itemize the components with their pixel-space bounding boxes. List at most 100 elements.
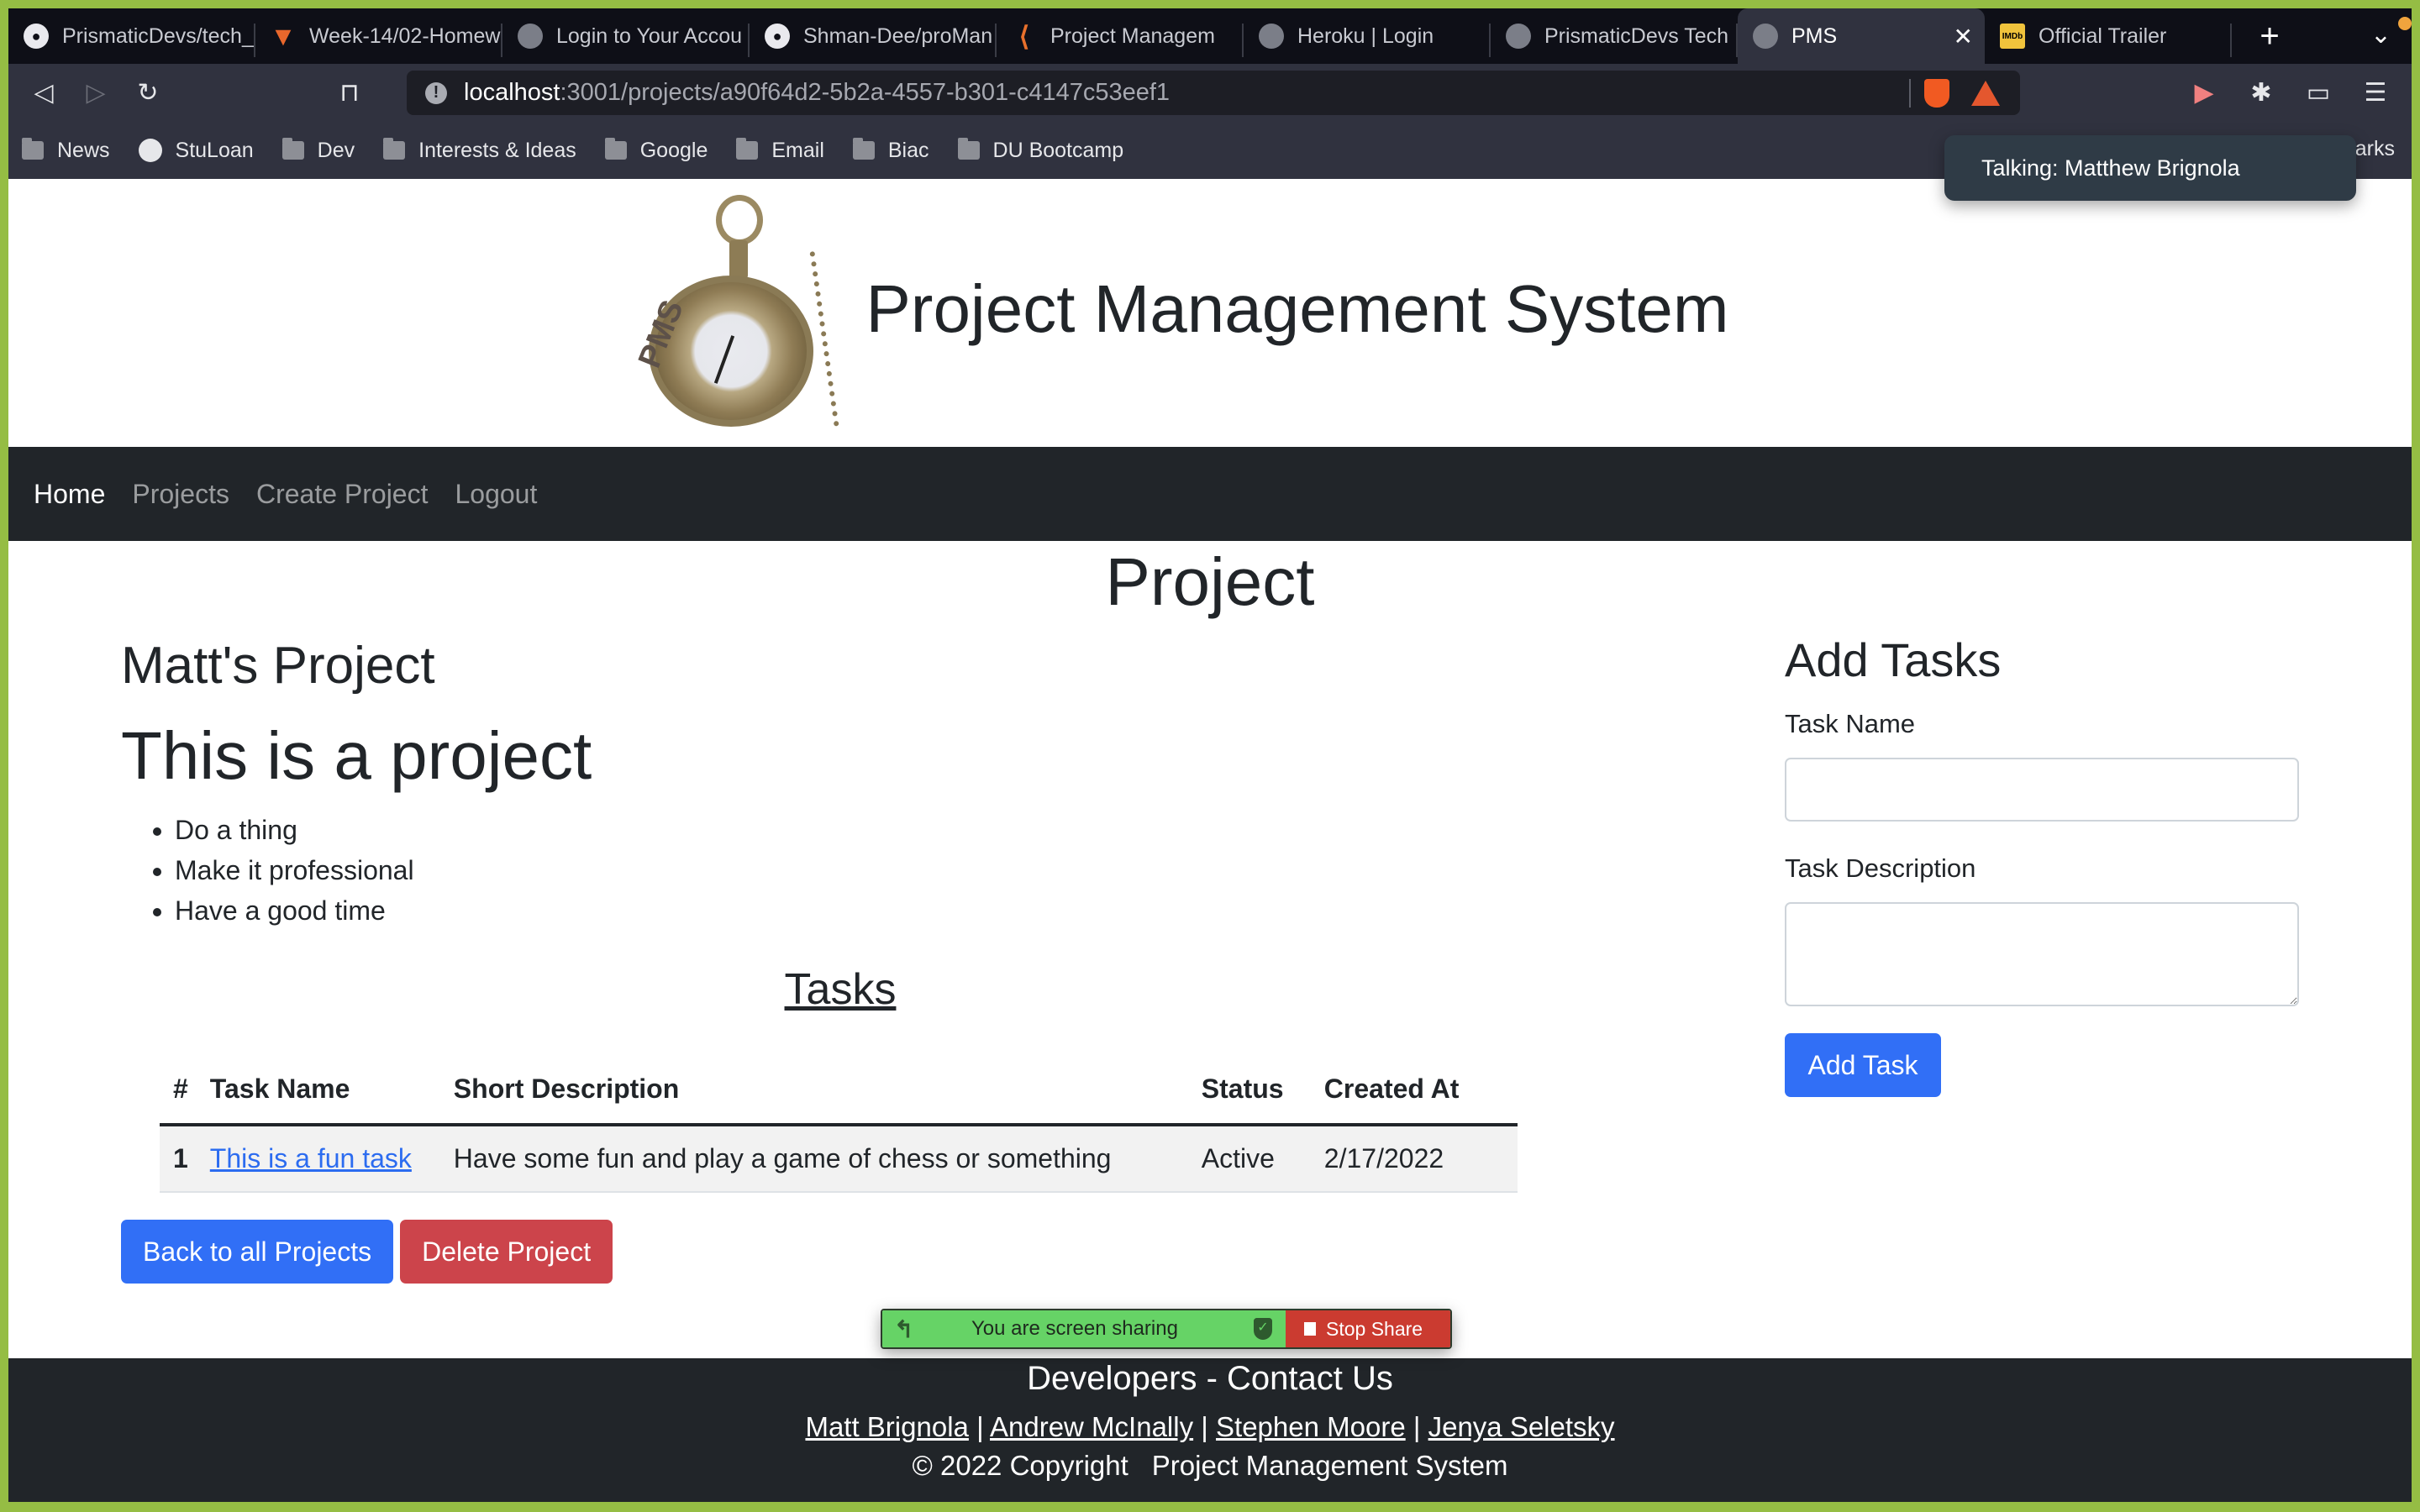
developer-link[interactable]: Matt Brignola bbox=[805, 1411, 968, 1442]
bookmark-item[interactable]: Email bbox=[736, 138, 824, 163]
globe-icon bbox=[138, 139, 162, 162]
project-description: This is a project bbox=[121, 718, 592, 793]
folder-icon bbox=[383, 138, 406, 160]
toolbar-actions: ▶ ✱ ▭ ☰ bbox=[2183, 64, 2412, 122]
tab-title: Login to Your Accou bbox=[556, 24, 743, 48]
screen-share-text: You are screen sharing bbox=[971, 1317, 1178, 1340]
tab[interactable]: Heroku | Login bbox=[1244, 8, 1491, 64]
goal-item: Have a good time bbox=[175, 890, 1541, 931]
task-description-label: Task Description bbox=[1785, 853, 1976, 883]
back-to-projects-button[interactable]: Back to all Projects bbox=[121, 1220, 394, 1284]
tasks-heading: Tasks bbox=[784, 965, 897, 1014]
screen-share-status[interactable]: ↰ You are screen sharing ✓ bbox=[882, 1310, 1286, 1347]
brave-shield-icon[interactable] bbox=[1924, 79, 1949, 108]
separator: | bbox=[976, 1411, 984, 1442]
screen-share-bar: ↰ You are screen sharing ✓ Stop Share bbox=[881, 1309, 1452, 1349]
tab[interactable]: PrismaticDevs Tech bbox=[1491, 8, 1738, 64]
column-header: Short Description bbox=[439, 1060, 1188, 1126]
forward-icon[interactable]: ▷ bbox=[79, 76, 113, 110]
bookmark-item[interactable]: Google bbox=[604, 138, 708, 163]
tab[interactable]: ● PrismaticDevs/tech_ bbox=[8, 8, 255, 64]
column-header: Created At bbox=[1310, 1060, 1518, 1126]
task-link[interactable]: This is a fun task bbox=[210, 1143, 412, 1173]
bookmark-item[interactable]: Biac bbox=[852, 138, 929, 163]
goal-item: Do a thing bbox=[175, 810, 1541, 850]
bookmark-item[interactable]: StuLoan bbox=[138, 138, 254, 163]
project-name: Matt's Project bbox=[121, 637, 435, 695]
wallet-icon[interactable]: ▭ bbox=[2297, 72, 2339, 114]
stop-share-button[interactable]: Stop Share bbox=[1286, 1310, 1450, 1347]
drag-handle-icon[interactable]: ↰ bbox=[894, 1315, 913, 1343]
goal-item: Make it professional bbox=[175, 850, 1541, 890]
task-description: Have some fun and play a game of chess o… bbox=[439, 1125, 1188, 1193]
extensions-puzzle-icon[interactable]: ✱ bbox=[2240, 72, 2282, 114]
bookmark-label: Email bbox=[771, 138, 824, 162]
tab-active[interactable]: PMS ✕ bbox=[1738, 8, 1985, 64]
tab-title: PMS bbox=[1791, 24, 1838, 48]
logo-chain bbox=[809, 249, 844, 427]
tab-title: Shman-Dee/proMan bbox=[803, 24, 993, 48]
tab[interactable]: ● Shman-Dee/proMan bbox=[750, 8, 997, 64]
separator: | bbox=[1413, 1411, 1421, 1442]
page-content: PMS Project Management System Home Proje… bbox=[8, 179, 2412, 1502]
brave-rewards-icon[interactable] bbox=[1971, 81, 2000, 106]
address-bar[interactable]: ! localhost:3001/projects/a90f64d2-5b2a-… bbox=[407, 71, 2020, 115]
url-path: :3001/projects/a90f64d2-5b2a-4557-b301-c… bbox=[560, 79, 1171, 106]
site-info-icon[interactable]: ! bbox=[425, 81, 447, 104]
pms-logo: PMS bbox=[623, 192, 852, 427]
bookmark-label: StuLoan bbox=[175, 138, 254, 162]
tab[interactable]: Login to Your Accou bbox=[502, 8, 750, 64]
shield-check-icon: ✓ bbox=[1254, 1318, 1272, 1340]
bookmark-item[interactable]: News bbox=[22, 138, 110, 163]
gitlab-icon: ▼ bbox=[270, 20, 297, 51]
logo-stem bbox=[729, 239, 749, 279]
tab-list-chevron-icon[interactable]: ⌄ bbox=[2370, 20, 2391, 50]
developer-link[interactable]: Jenya Seletsky bbox=[1428, 1411, 1615, 1442]
other-bookmarks[interactable]: arks bbox=[2355, 137, 2395, 161]
new-tab-button[interactable]: + bbox=[2240, 8, 2299, 64]
bookmark-item[interactable]: Interests & Ideas bbox=[383, 138, 576, 163]
bookmark-item[interactable]: Dev bbox=[281, 138, 355, 163]
delete-project-button[interactable]: Delete Project bbox=[400, 1220, 613, 1284]
stop-icon bbox=[1304, 1322, 1316, 1336]
separator: | bbox=[1201, 1411, 1208, 1442]
screen-record-icon[interactable]: ▶ bbox=[2183, 72, 2225, 114]
footer-site-name: Project Management System bbox=[1151, 1450, 1508, 1481]
nav-projects[interactable]: Projects bbox=[132, 479, 229, 510]
nav-home[interactable]: Home bbox=[34, 479, 105, 510]
column-header: Status bbox=[1187, 1060, 1311, 1126]
footer-title: Developers - Contact Us bbox=[1027, 1360, 1393, 1397]
add-task-button[interactable]: Add Task bbox=[1785, 1033, 1941, 1097]
tab-strip: ● PrismaticDevs/tech_ ▼ Week-14/02-Homew… bbox=[8, 8, 2412, 64]
tab-title: PrismaticDevs/tech_ bbox=[62, 24, 254, 48]
folder-icon bbox=[957, 138, 980, 160]
task-description-input[interactable] bbox=[1785, 902, 2299, 1006]
site-title: Project Management System bbox=[865, 270, 1729, 346]
imdb-icon: IMDb bbox=[2000, 24, 2025, 49]
menu-icon[interactable]: ☰ bbox=[2354, 72, 2396, 114]
folder-icon bbox=[852, 138, 875, 160]
nav-logout[interactable]: Logout bbox=[455, 479, 537, 510]
bookmark-label: Dev bbox=[317, 138, 355, 162]
task-name-cell: This is a fun task bbox=[196, 1125, 440, 1193]
tab-title: Heroku | Login bbox=[1297, 24, 1434, 48]
tab[interactable]: ⟨ Project Managem bbox=[997, 8, 1244, 64]
close-tab-icon[interactable]: ✕ bbox=[1954, 23, 1973, 50]
bookmark-icon[interactable]: ⊓ bbox=[333, 76, 366, 110]
tab[interactable]: IMDb Official Trailer bbox=[1985, 8, 2232, 64]
nav-create-project[interactable]: Create Project bbox=[256, 479, 429, 510]
tab-title: Project Managem bbox=[1050, 24, 1215, 48]
developer-link[interactable]: Andrew McInally bbox=[990, 1411, 1193, 1442]
reload-icon[interactable]: ↻ bbox=[131, 76, 165, 110]
task-name-input[interactable] bbox=[1785, 758, 2299, 822]
folder-icon bbox=[22, 138, 44, 160]
developer-link[interactable]: Stephen Moore bbox=[1216, 1411, 1406, 1442]
back-icon[interactable]: ◁ bbox=[27, 76, 60, 110]
folder-icon bbox=[281, 138, 304, 160]
task-created-at: 2/17/2022 bbox=[1310, 1125, 1518, 1193]
tab[interactable]: ▼ Week-14/02-Homew bbox=[255, 8, 502, 64]
task-number: 1 bbox=[160, 1125, 197, 1193]
tab-title: PrismaticDevs Tech bbox=[1544, 24, 1729, 48]
bookmark-item[interactable]: DU Bootcamp bbox=[957, 138, 1123, 163]
globe-icon bbox=[1753, 24, 1778, 49]
